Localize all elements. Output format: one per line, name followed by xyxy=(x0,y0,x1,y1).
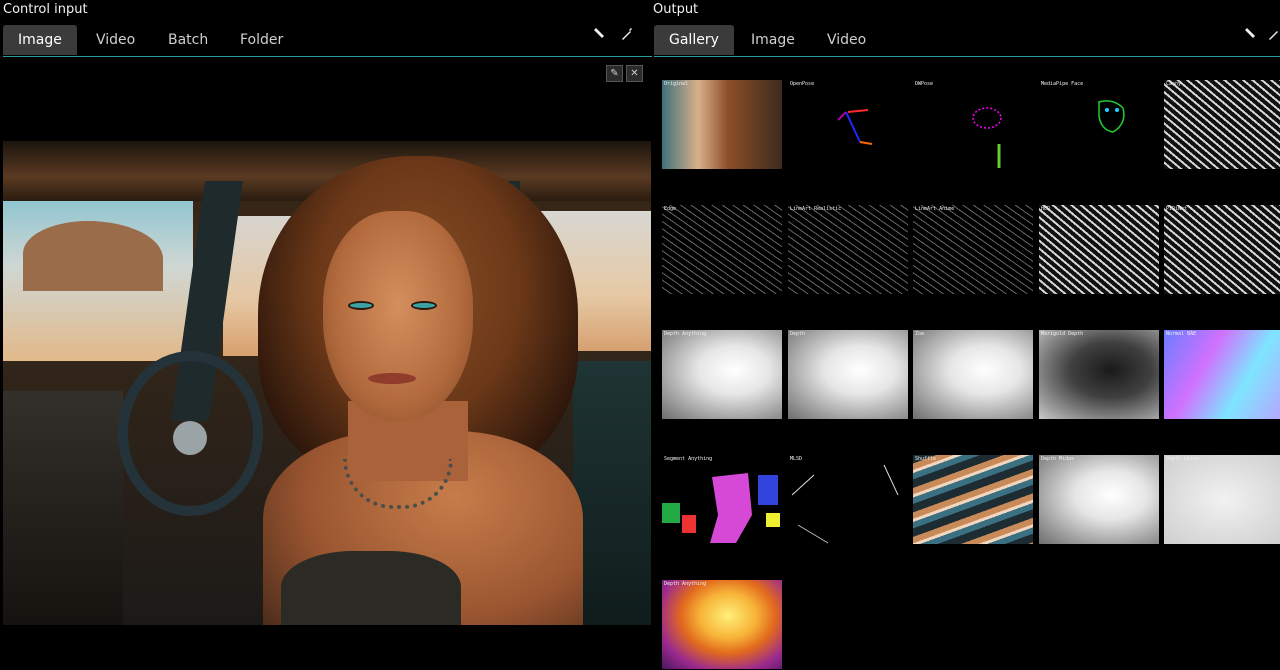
thumbnail-caption: Canny xyxy=(1166,81,1182,87)
thumbnail-image xyxy=(1164,205,1280,294)
gallery-thumbnail[interactable]: Normal BAE xyxy=(1164,330,1280,419)
edit-icon[interactable]: ✎ xyxy=(606,65,623,82)
thumbnail-caption: Depth Anything xyxy=(664,581,707,587)
gallery-thumbnail[interactable]: MediaPipe Face xyxy=(1039,80,1159,169)
tab-video[interactable]: Video xyxy=(81,25,150,55)
photo-eye-left xyxy=(348,301,374,310)
thumbnail-image xyxy=(1164,455,1280,544)
control-input-panel: Control input Image Video Batch Folder ✎… xyxy=(0,0,652,670)
thumbnail-caption: Segment Anything xyxy=(664,456,713,462)
control-input-image[interactable] xyxy=(3,141,651,625)
thumbnail-caption: MLSD xyxy=(790,456,803,462)
thumbnail-image xyxy=(913,80,1033,169)
thumbnail-image xyxy=(662,580,782,669)
gallery-thumbnail[interactable]: DWPose xyxy=(913,80,1033,169)
gallery-thumbnail[interactable]: Edge xyxy=(662,205,782,294)
thumbnail-caption: Marigold Depth xyxy=(1041,331,1084,337)
gallery-thumbnail[interactable]: HED xyxy=(1039,205,1159,294)
gallery-thumbnail[interactable]: Segment Anything xyxy=(662,455,782,544)
thumbnail-caption: Shuffle xyxy=(915,456,937,462)
thumbnail-caption: Depth Anything xyxy=(664,331,707,337)
thumbnail-caption: MediaPipe Face xyxy=(1041,81,1084,87)
output-panel: Output Gallery Image Video Original OpenP… xyxy=(652,0,1280,670)
tab-batch[interactable]: Batch xyxy=(153,25,223,55)
thumbnail-caption: Normal BAE xyxy=(1166,331,1197,337)
gallery-thumbnail[interactable]: OpenPose xyxy=(788,80,908,169)
photo-eye-right xyxy=(411,301,437,310)
thumbnail-image xyxy=(1039,330,1159,419)
tab-image[interactable]: Image xyxy=(736,25,810,55)
gallery-thumbnail[interactable]: Depth Midas xyxy=(1039,455,1159,544)
thumbnail-caption: LineArt Anime xyxy=(915,206,955,212)
gallery-thumbnail[interactable]: LineArt Realistic xyxy=(788,205,908,294)
gallery-thumbnail[interactable]: Depth Anything xyxy=(662,330,782,419)
brush-icon[interactable] xyxy=(617,27,635,45)
tab-video[interactable]: Video xyxy=(812,25,881,55)
output-tabbar: Gallery Image Video xyxy=(654,25,1280,57)
thumbnail-image xyxy=(1039,205,1159,294)
thumbnail-caption: Depth xyxy=(790,331,806,337)
thumbnail-image xyxy=(1164,80,1280,169)
pencil-icon[interactable] xyxy=(1241,27,1259,45)
thumbnail-image xyxy=(913,455,1033,544)
gallery-thumbnail[interactable]: Original xyxy=(662,80,782,169)
gallery-thumbnail[interactable]: Canny xyxy=(1164,80,1280,169)
thumbnail-caption: DWPose xyxy=(915,81,934,87)
photo-lips xyxy=(368,373,416,384)
gallery-thumbnail[interactable]: Shuffle xyxy=(913,455,1033,544)
thumbnail-image xyxy=(913,330,1033,419)
thumbnail-image xyxy=(1039,80,1159,169)
gallery-thumbnail[interactable]: Marigold Depth xyxy=(1039,330,1159,419)
control-input-tabbar: Image Video Batch Folder xyxy=(3,25,652,57)
thumbnail-caption: Depth Midas xyxy=(1041,456,1075,462)
tab-image[interactable]: Image xyxy=(3,25,77,55)
thumbnail-image xyxy=(662,455,782,544)
thumbnail-caption: Zoe xyxy=(915,331,925,337)
thumbnail-caption: OpenPose xyxy=(790,81,815,87)
tab-gallery[interactable]: Gallery xyxy=(654,25,734,55)
photo-top xyxy=(281,551,461,625)
photo-door xyxy=(573,361,651,625)
gallery-thumbnail[interactable]: Depth Anything xyxy=(662,580,782,669)
thumbnail-image xyxy=(662,205,782,294)
thumbnail-image xyxy=(788,80,908,169)
gallery-thumbnail[interactable]: Zoe xyxy=(913,330,1033,419)
thumbnail-caption: Edge xyxy=(664,206,677,212)
gallery-thumbnail[interactable]: PiDiNet xyxy=(1164,205,1280,294)
thumbnail-caption: Original xyxy=(664,81,689,87)
gallery-thumbnail[interactable]: LineArt Anime xyxy=(913,205,1033,294)
pencil-icon[interactable] xyxy=(590,27,608,45)
thumbnail-image xyxy=(913,205,1033,294)
thumbnail-caption: HED xyxy=(1041,206,1051,212)
gallery-thumbnail[interactable]: MLSD xyxy=(788,455,908,544)
thumbnail-image xyxy=(662,330,782,419)
close-icon[interactable]: ✕ xyxy=(626,65,643,82)
thumbnail-image xyxy=(788,455,908,544)
panel-title-output: Output xyxy=(653,2,699,17)
thumbnail-image xyxy=(662,80,782,169)
brush-icon[interactable] xyxy=(1264,27,1280,45)
thumbnail-caption: PiDiNet xyxy=(1166,206,1188,212)
thumbnail-image xyxy=(788,205,908,294)
thumbnail-caption: Depth Leres xyxy=(1166,456,1200,462)
thumbnail-image xyxy=(1039,455,1159,544)
gallery-thumbnail[interactable]: Depth Leres xyxy=(1164,455,1280,544)
photo-dashboard xyxy=(3,391,123,625)
panel-title-control-input: Control input xyxy=(3,2,88,17)
tab-folder[interactable]: Folder xyxy=(225,25,298,55)
gallery-thumbnail[interactable]: Depth xyxy=(788,330,908,419)
photo-face xyxy=(323,211,473,421)
thumbnail-image xyxy=(1164,330,1280,419)
thumbnail-image xyxy=(788,330,908,419)
thumbnail-caption: LineArt Realistic xyxy=(790,206,842,212)
photo-wheel-hub xyxy=(173,421,207,455)
